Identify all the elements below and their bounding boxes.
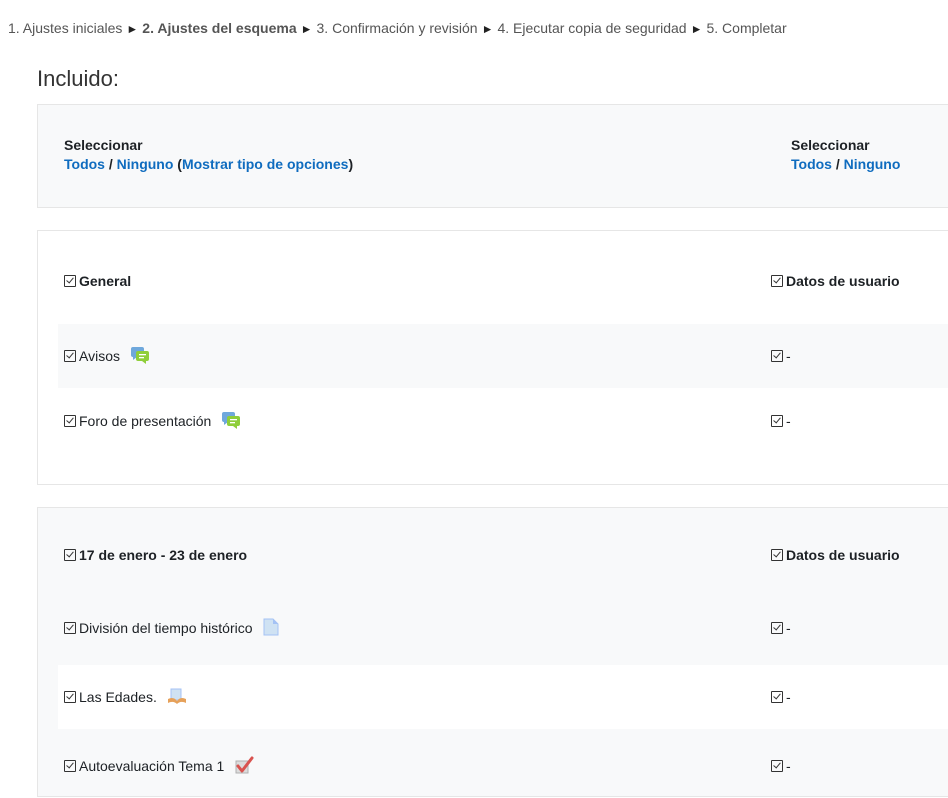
breadcrumb-step-1: 1. Ajustes iniciales — [8, 20, 123, 36]
show-type-options-link[interactable]: Mostrar tipo de opciones — [182, 156, 348, 172]
select-none-userdata-link[interactable]: Ninguno — [844, 156, 901, 172]
breadcrumb-separator: ► — [300, 22, 313, 36]
activity-include-checkbox[interactable] — [64, 415, 76, 427]
activity-userdata-checkbox[interactable] — [771, 415, 783, 427]
book-icon — [167, 687, 187, 708]
breadcrumb-step-5: 5. Completar — [706, 20, 787, 36]
section-header: General Datos de usuario — [58, 249, 948, 313]
select-none-link[interactable]: Ninguno — [117, 156, 174, 172]
activity-userdata-checkbox[interactable] — [771, 691, 783, 703]
activity-userdata-value: - — [786, 620, 791, 636]
activity-row: Avisos - — [58, 324, 948, 388]
activity-include-checkbox[interactable] — [64, 350, 76, 362]
breadcrumb-separator: ► — [690, 22, 703, 36]
section-week: 17 de enero - 23 de enero Datos de usuar… — [37, 507, 948, 797]
select-right-label: Seleccionar — [791, 137, 870, 153]
select-right-links: Todos / Ninguno — [791, 154, 900, 174]
close-paren: ) — [348, 156, 354, 172]
activity-userdata-checkbox[interactable] — [771, 350, 783, 362]
select-left: Seleccionar Todos / Ninguno (Mostrar tip… — [64, 136, 353, 174]
breadcrumb-step-3: 3. Confirmación y revisión — [316, 20, 478, 36]
page-title: Incluido: — [37, 66, 119, 91]
section-title: General — [79, 273, 132, 289]
open-paren: ( — [173, 156, 182, 172]
activity-userdata-value: - — [786, 689, 791, 705]
section-userdata-label: Datos de usuario — [786, 547, 900, 563]
activity-label: Foro de presentación — [79, 413, 212, 429]
breadcrumb-step-2: 2. Ajustes del esquema — [142, 20, 297, 36]
select-panel: Seleccionar Todos / Ninguno (Mostrar tip… — [37, 104, 948, 208]
activity-label: Las Edades. — [79, 689, 157, 705]
select-left-label: Seleccionar — [64, 137, 143, 153]
activity-userdata-value: - — [786, 413, 791, 429]
activity-label: Autoevaluación Tema 1 — [79, 758, 225, 774]
slash-separator: / — [831, 156, 844, 172]
section-include-checkbox[interactable] — [64, 275, 76, 287]
forum-icon — [130, 346, 150, 367]
section-include-checkbox[interactable] — [64, 549, 76, 561]
breadcrumb-separator: ► — [126, 22, 139, 36]
activity-row: Autoevaluación Tema 1 - — [58, 734, 948, 798]
breadcrumb-step-4: 4. Ejecutar copia de seguridad — [497, 20, 687, 36]
section-title: 17 de enero - 23 de enero — [79, 547, 248, 563]
activity-label: División del tiempo histórico — [79, 620, 253, 636]
activity-include-checkbox[interactable] — [64, 760, 76, 772]
section-userdata-checkbox[interactable] — [771, 275, 783, 287]
activity-row: División del tiempo histórico - — [58, 596, 948, 660]
activity-userdata-checkbox[interactable] — [771, 760, 783, 772]
activity-label: Avisos — [79, 348, 120, 364]
slash-separator: / — [104, 156, 117, 172]
select-all-link[interactable]: Todos — [64, 156, 105, 172]
activity-row: Foro de presentación - — [58, 389, 948, 453]
select-all-userdata-link[interactable]: Todos — [791, 156, 832, 172]
breadcrumb: 1. Ajustes iniciales ► 2. Ajustes del esqu… — [8, 20, 787, 36]
activity-userdata-checkbox[interactable] — [771, 622, 783, 634]
activity-userdata-value: - — [786, 758, 791, 774]
quiz-icon — [234, 756, 254, 777]
section-userdata-checkbox[interactable] — [771, 549, 783, 561]
activity-userdata-value: - — [786, 348, 791, 364]
breadcrumb-separator: ► — [481, 22, 494, 36]
section-userdata-label: Datos de usuario — [786, 273, 900, 289]
activity-row: Las Edades. - — [58, 665, 948, 729]
page-icon — [263, 618, 279, 639]
activity-include-checkbox[interactable] — [64, 622, 76, 634]
select-right: Seleccionar Todos / Ninguno — [791, 136, 900, 174]
section-general: General Datos de usuario Avisos - Foro d… — [37, 230, 948, 485]
forum-icon — [221, 411, 241, 432]
select-left-links: Todos / Ninguno (Mostrar tipo de opcione… — [64, 154, 353, 174]
activity-include-checkbox[interactable] — [64, 691, 76, 703]
section-header: 17 de enero - 23 de enero Datos de usuar… — [58, 523, 948, 587]
